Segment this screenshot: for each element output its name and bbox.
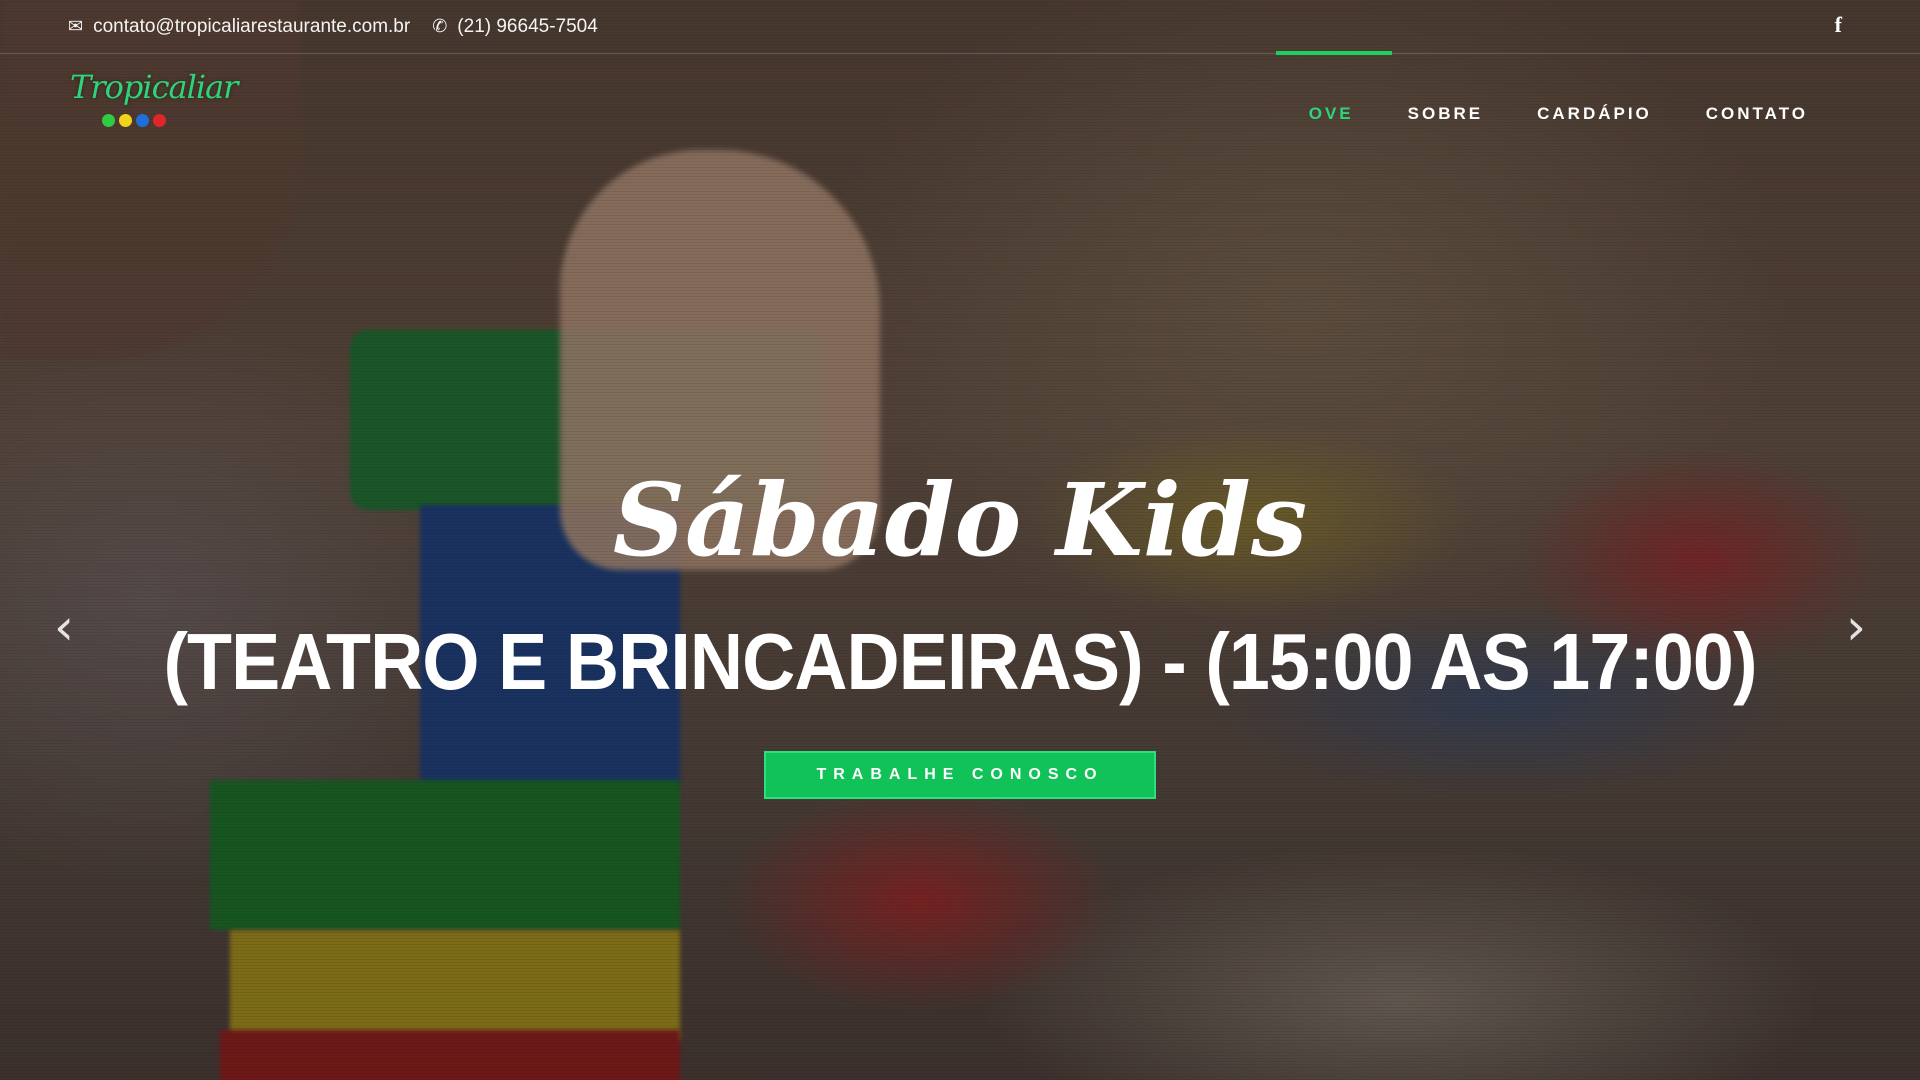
- slide-subtitle: (TEATRO E BRINCADEIRAS) - (15:00 AS 17:0…: [163, 617, 1757, 706]
- top-contact-bar: ✉ contato@tropicaliarestaurante.com.br ✆…: [0, 0, 1920, 54]
- nav-active-indicator: [1276, 51, 1392, 55]
- nav-item-sobre[interactable]: SOBRE: [1408, 104, 1483, 124]
- nav-item-contato[interactable]: CONTATO: [1706, 104, 1808, 124]
- facebook-icon[interactable]: f: [1835, 12, 1842, 38]
- chevron-left-icon[interactable]: ‹: [54, 598, 74, 656]
- logo-dot-yellow: [119, 114, 132, 127]
- logo-dot-green: [102, 114, 115, 127]
- slide-title: Sábado Kids: [612, 461, 1308, 579]
- trabalhe-conosco-button[interactable]: TRABALHE CONOSCO: [764, 751, 1156, 799]
- email-text[interactable]: contato@tropicaliarestaurante.com.br: [93, 16, 410, 38]
- envelope-icon: ✉: [68, 16, 84, 36]
- logo-dots: [102, 114, 210, 127]
- email-contact[interactable]: ✉ contato@tropicaliarestaurante.com.br: [68, 16, 410, 38]
- site-logo[interactable]: Tropicaliar: [70, 68, 238, 158]
- phone-text[interactable]: (21) 96645-7504: [457, 16, 598, 38]
- logo-dot-red: [153, 114, 166, 127]
- phone-icon: ✆: [432, 16, 448, 36]
- nav-item-cardapio[interactable]: CARDÁPIO: [1537, 104, 1652, 124]
- main-nav: OVE SOBRE CARDÁPIO CONTATO: [1309, 104, 1808, 124]
- nav-item-home[interactable]: OVE: [1309, 104, 1354, 124]
- chevron-right-icon[interactable]: ›: [1846, 598, 1866, 656]
- phone-contact[interactable]: ✆ (21) 96645-7504: [432, 16, 598, 38]
- logo-dot-blue: [136, 114, 149, 127]
- logo-text: Tropicaliar: [70, 68, 238, 106]
